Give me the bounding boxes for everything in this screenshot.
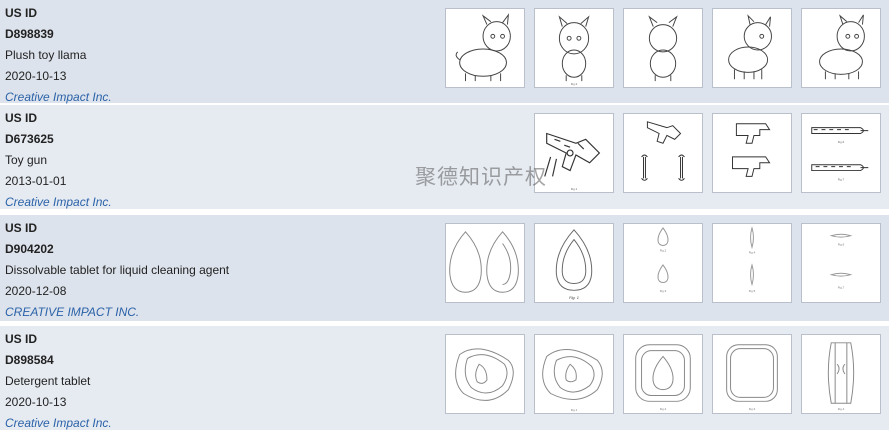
result-info: US ID D904202 Dissolvable tablet for liq… — [5, 218, 435, 323]
detergent-tablet-bottom-drawing-icon: Fig.3 — [726, 344, 778, 411]
detergent-tablet-drawing-icon: Fig.1 — [542, 349, 603, 412]
svg-text:Fig. 1: Fig. 1 — [569, 295, 579, 300]
drawing-thumbnail[interactable]: Fig.6 Fig.7 — [801, 223, 881, 303]
tablet-side-drawing-icon: Fig.4 Fig.5 — [749, 226, 756, 293]
patent-date: 2020-10-13 — [5, 395, 67, 409]
tablet-top-drawing-icon: Fig.6 Fig.7 — [829, 233, 853, 289]
assignee-link[interactable]: Creative Impact Inc. — [5, 192, 435, 213]
svg-text:Fig.2: Fig.2 — [660, 407, 667, 411]
drawing-thumbnail[interactable]: Fig.4 Fig.5 — [712, 223, 792, 303]
drawing-thumbnail[interactable]: Fig.1 — [534, 113, 614, 193]
tablet-drawing-icon: Fig. 1 — [555, 229, 593, 300]
svg-text:Fig.5: Fig.5 — [749, 289, 756, 293]
tablet-views-drawing-icon: Fig.2 Fig.3 — [657, 227, 669, 293]
llama-front-drawing-icon: Fig.2 — [558, 15, 590, 86]
svg-text:Fig.2: Fig.2 — [660, 248, 667, 252]
patent-date: 2020-12-08 — [5, 284, 67, 298]
svg-text:Fig.7: Fig.7 — [838, 177, 845, 181]
id-label: US ID — [5, 111, 38, 125]
detergent-tablet-drawing-icon — [455, 348, 514, 401]
svg-text:Fig.3: Fig.3 — [749, 407, 756, 411]
svg-text:Fig.4: Fig.4 — [838, 407, 845, 411]
patent-title: Detergent tablet — [5, 374, 91, 388]
patent-date: 2020-10-13 — [5, 69, 67, 83]
drawing-thumbnail[interactable]: Fig.1 — [534, 334, 614, 414]
result-row[interactable]: US ID D673625 Toy gun 2013-01-01 Creativ… — [0, 105, 889, 210]
drawing-thumbnail[interactable] — [445, 223, 525, 303]
drawing-thumbnail[interactable] — [801, 8, 881, 88]
result-info: US ID D673625 Toy gun 2013-01-01 Creativ… — [5, 108, 435, 213]
result-info: US ID D898839 Plush toy llama 2020-10-13… — [5, 3, 435, 108]
patent-title: Plush toy llama — [5, 48, 87, 62]
llama-drawing-icon — [455, 13, 511, 82]
drawing-thumbnail[interactable]: Fig. 1 — [534, 223, 614, 303]
patent-number[interactable]: D898839 — [5, 24, 435, 45]
llama-side-drawing-icon — [728, 14, 772, 80]
patent-title: Toy gun — [5, 153, 48, 167]
patent-date: 2013-01-01 — [5, 174, 67, 188]
assignee-link[interactable]: CREATIVE IMPACT INC. — [5, 302, 435, 323]
drawing-thumbnail[interactable]: Fig.2 — [534, 8, 614, 88]
svg-text:Fig.6: Fig.6 — [838, 140, 845, 144]
drawing-thumbnail[interactable] — [445, 334, 525, 414]
toy-gun-top-drawing-icon: Fig.6 Fig.7 — [811, 127, 869, 181]
svg-text:Fig.1: Fig.1 — [571, 408, 578, 412]
svg-text:Fig.4: Fig.4 — [749, 250, 756, 254]
detergent-tablet-top-drawing-icon: Fig.2 — [635, 344, 691, 411]
toy-gun-drawing-icon: Fig.1 — [544, 132, 601, 191]
id-label: US ID — [5, 332, 38, 346]
svg-text:Fig.7: Fig.7 — [838, 285, 845, 289]
llama-side-drawing-icon — [819, 14, 865, 80]
assignee-link[interactable]: Creative Impact Inc. — [5, 413, 435, 434]
patent-number[interactable]: D673625 — [5, 129, 435, 150]
drawing-thumbnail[interactable] — [712, 113, 792, 193]
result-row[interactable]: US ID D898584 Detergent tablet 2020-10-1… — [0, 326, 889, 431]
drawing-thumbnail[interactable]: Fig.6 Fig.7 — [801, 113, 881, 193]
result-info: US ID D898584 Detergent tablet 2020-10-1… — [5, 329, 435, 434]
drawing-thumbnail[interactable] — [623, 8, 703, 88]
detergent-tablet-side-drawing-icon: Fig.4 — [827, 342, 855, 411]
patent-title: Dissolvable tablet for liquid cleaning a… — [5, 263, 230, 277]
result-row[interactable]: US ID D904202 Dissolvable tablet for liq… — [0, 215, 889, 322]
id-label: US ID — [5, 6, 38, 20]
drawing-thumbnail[interactable]: Fig.2 Fig.3 — [623, 223, 703, 303]
llama-back-drawing-icon — [648, 15, 678, 82]
drawing-thumbnail[interactable] — [623, 113, 703, 193]
patent-number[interactable]: D904202 — [5, 239, 435, 260]
patent-results-list: US ID D898839 Plush toy llama 2020-10-13… — [0, 0, 891, 431]
drawing-thumbnail[interactable]: Fig.3 — [712, 334, 792, 414]
drawing-thumbnail[interactable] — [445, 8, 525, 88]
drawing-thumbnail[interactable] — [712, 8, 792, 88]
svg-text:Fig.2: Fig.2 — [571, 82, 578, 86]
svg-text:Fig.6: Fig.6 — [838, 242, 845, 246]
svg-text:Fig.1: Fig.1 — [571, 187, 578, 191]
toy-gun-side-drawing-icon — [732, 123, 771, 177]
toy-gun-views-drawing-icon — [641, 121, 685, 181]
result-row[interactable]: US ID D898839 Plush toy llama 2020-10-13… — [0, 0, 889, 104]
svg-text:Fig.3: Fig.3 — [660, 289, 667, 293]
patent-number[interactable]: D898584 — [5, 350, 435, 371]
tablet-drawing-icon — [449, 231, 519, 293]
id-label: US ID — [5, 221, 38, 235]
drawing-thumbnail[interactable]: Fig.4 — [801, 334, 881, 414]
drawing-thumbnail[interactable]: Fig.2 — [623, 334, 703, 414]
